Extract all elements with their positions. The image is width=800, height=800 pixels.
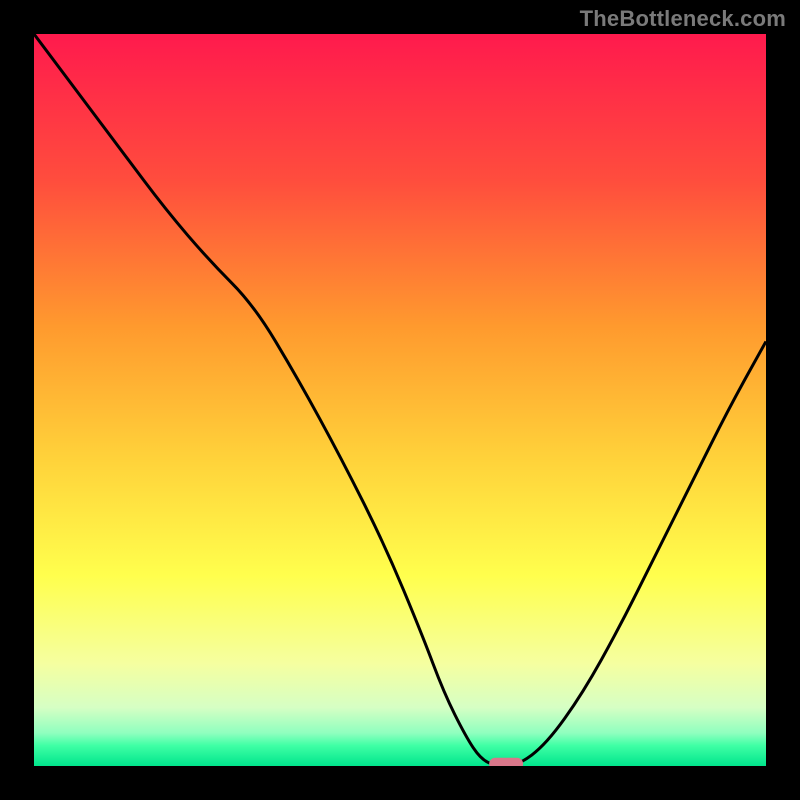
plot-area (34, 34, 766, 766)
chart-frame: TheBottleneck.com (0, 0, 800, 800)
optimal-marker (489, 758, 523, 766)
bottleneck-chart (34, 34, 766, 766)
gradient-background (34, 34, 766, 766)
watermark-text: TheBottleneck.com (580, 6, 786, 32)
